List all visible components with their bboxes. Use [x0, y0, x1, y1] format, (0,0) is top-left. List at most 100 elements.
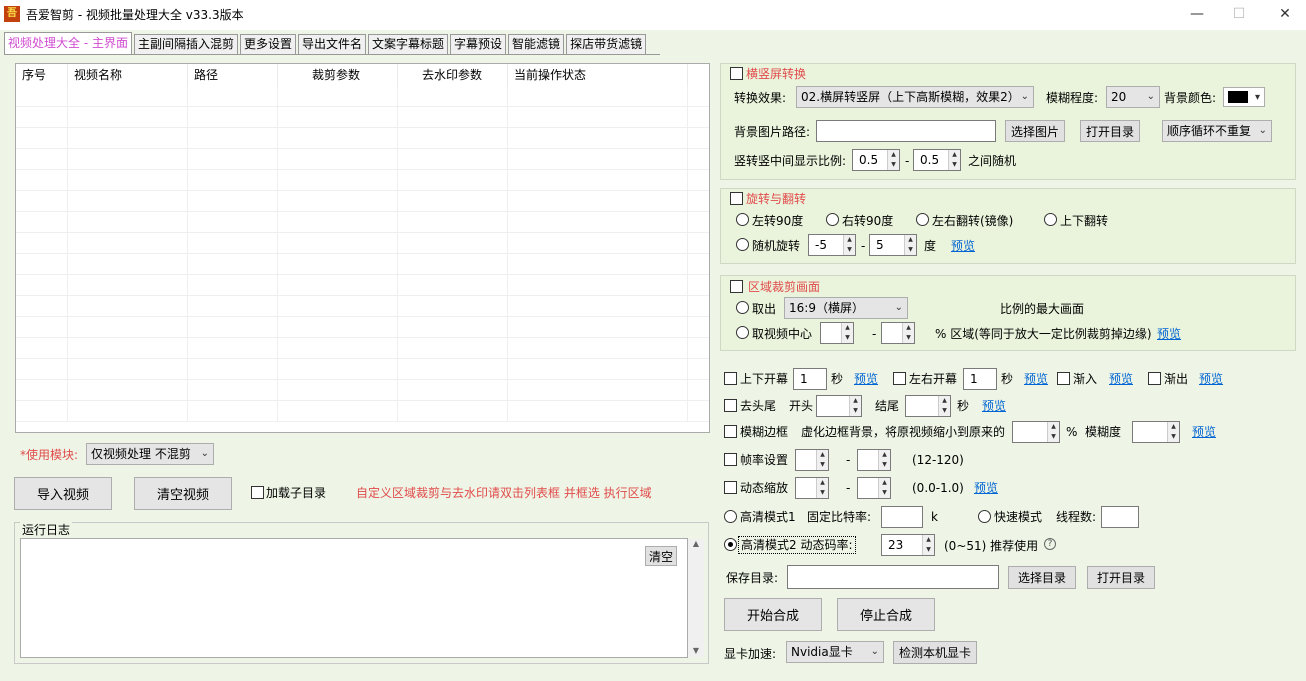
rotate-left-radio[interactable] — [736, 213, 749, 226]
import-video-button[interactable]: 导入视频 — [14, 477, 112, 510]
trim-checkbox[interactable] — [724, 399, 737, 412]
ratio-max-stepper[interactable]: 0.5 ▲ ▼ — [913, 149, 961, 171]
hd1-radio[interactable] — [724, 510, 737, 523]
stepper-arrows-icon[interactable]: ▲ ▼ — [843, 235, 855, 255]
stepper-arrows-icon[interactable]: ▲ ▼ — [878, 450, 890, 470]
stepper-arrows-icon[interactable]: ▲ ▼ — [904, 235, 916, 255]
col-watermark[interactable]: 去水印参数 — [398, 64, 508, 86]
stepper-arrows-icon[interactable]: ▲ ▼ — [816, 478, 828, 498]
col-name[interactable]: 视频名称 — [68, 64, 188, 86]
table-row[interactable] — [16, 401, 709, 422]
center-min-stepper[interactable]: ▲ ▼ — [820, 322, 854, 344]
stepper-arrows-icon[interactable]: ▲ ▼ — [1167, 422, 1179, 442]
orientation-checkbox[interactable] — [730, 67, 743, 80]
tail-stepper[interactable]: ▲ ▼ — [905, 395, 951, 417]
fps-min-stepper[interactable]: ▲ ▼ — [795, 449, 829, 471]
choose-dir-button[interactable]: 选择目录 — [1008, 566, 1076, 589]
col-status[interactable]: 当前操作状态 — [508, 64, 688, 86]
zoom-max-stepper[interactable]: ▲ ▼ — [857, 477, 891, 499]
stepper-arrows-icon[interactable]: ▲ ▼ — [938, 396, 950, 416]
fixed-rate-input[interactable] — [881, 506, 923, 528]
take-ratio-radio[interactable] — [736, 301, 749, 314]
open-bg-dir-button[interactable]: 打开目录 — [1080, 120, 1140, 142]
flip-radio[interactable] — [1044, 213, 1057, 226]
save-dir-input[interactable] — [787, 565, 999, 589]
threads-input[interactable] — [1101, 506, 1139, 528]
table-row[interactable] — [16, 380, 709, 401]
stepper-arrows-icon[interactable]: ▲ ▼ — [878, 478, 890, 498]
maximize-icon[interactable]: ☐ — [1224, 4, 1254, 24]
rotate-max-stepper[interactable]: 5 ▲ ▼ — [869, 234, 917, 256]
open-ud-stepper[interactable]: 1 — [793, 368, 827, 390]
table-row[interactable] — [16, 296, 709, 317]
table-row[interactable] — [16, 191, 709, 212]
tab-store-filter[interactable]: 探店带货滤镜 — [566, 34, 647, 54]
open-save-dir-button[interactable]: 打开目录 — [1087, 566, 1155, 589]
random-rotate-radio[interactable] — [736, 238, 749, 251]
help-icon[interactable]: ? — [1044, 538, 1056, 550]
table-row[interactable] — [16, 254, 709, 275]
rotate-min-stepper[interactable]: -5 ▲ ▼ — [808, 234, 856, 256]
stepper-arrows-icon[interactable]: ▲ ▼ — [922, 535, 934, 555]
col-crop[interactable]: 裁剪参数 — [278, 64, 398, 86]
tab-smart-filter[interactable]: 智能滤镜 — [508, 34, 565, 54]
shrink-pct-stepper[interactable]: ▲ ▼ — [1012, 421, 1060, 443]
zoom-preview-link[interactable]: 预览 — [974, 480, 998, 496]
fade-out-checkbox[interactable] — [1148, 372, 1161, 385]
hd2-radio[interactable] — [724, 538, 737, 551]
open-ud-checkbox[interactable] — [724, 372, 737, 385]
table-row[interactable] — [16, 128, 709, 149]
bg-color-picker[interactable]: ▾ — [1223, 87, 1265, 107]
open-lr-checkbox[interactable] — [893, 372, 906, 385]
bg-path-input[interactable] — [816, 120, 996, 142]
rotate-preview-link[interactable]: 预览 — [951, 238, 975, 254]
table-row[interactable] — [16, 233, 709, 254]
table-row[interactable] — [16, 317, 709, 338]
tab-mix[interactable]: 主副间隔插入混剪 — [133, 34, 238, 54]
close-icon[interactable]: ✕ — [1270, 4, 1300, 24]
col-path[interactable]: 路径 — [188, 64, 278, 86]
fps-checkbox[interactable] — [724, 453, 737, 466]
detect-gpu-button[interactable]: 检测本机显卡 — [893, 641, 977, 664]
open-lr-stepper[interactable]: 1 — [963, 368, 997, 390]
stepper-arrows-icon[interactable]: ▲ ▼ — [887, 150, 899, 170]
center-crop-radio[interactable] — [736, 326, 749, 339]
blur-select[interactable]: 20 ⌄ — [1106, 86, 1160, 108]
blur-border-checkbox[interactable] — [724, 425, 737, 438]
table-row[interactable] — [16, 170, 709, 191]
table-row[interactable] — [16, 338, 709, 359]
stepper-arrows-icon[interactable]: ▲ ▼ — [1047, 422, 1059, 442]
stepper-arrows-icon[interactable]: ▲ ▼ — [948, 150, 960, 170]
head-stepper[interactable]: ▲ ▼ — [816, 395, 862, 417]
fps-max-stepper[interactable]: ▲ ▼ — [857, 449, 891, 471]
stop-button[interactable]: 停止合成 — [837, 598, 935, 631]
subdir-checkbox[interactable] — [251, 486, 264, 499]
table-row[interactable] — [16, 359, 709, 380]
log-textarea[interactable] — [20, 538, 688, 658]
scroll-up-icon[interactable]: ▲ — [688, 539, 704, 548]
fast-mode-radio[interactable] — [978, 510, 991, 523]
log-clear-button[interactable]: 清空 — [645, 546, 677, 566]
zoom-min-stepper[interactable]: ▲ ▼ — [795, 477, 829, 499]
crop-checkbox[interactable] — [730, 280, 743, 293]
stepper-arrows-icon[interactable]: ▲ ▼ — [849, 396, 861, 416]
fade-in-preview-link[interactable]: 预览 — [1109, 371, 1133, 387]
table-row[interactable] — [16, 275, 709, 296]
module-select[interactable]: 仅视频处理 不混剪 ⌄ — [86, 443, 214, 465]
table-row[interactable] — [16, 107, 709, 128]
fade-in-checkbox[interactable] — [1057, 372, 1070, 385]
tab-more-settings[interactable]: 更多设置 — [239, 34, 296, 54]
zoom-checkbox[interactable] — [724, 481, 737, 494]
tab-subtitle-title[interactable]: 文案字幕标题 — [368, 34, 449, 54]
table-row[interactable] — [16, 86, 709, 107]
open-ud-preview-link[interactable]: 预览 — [854, 371, 878, 387]
video-table[interactable]: 序号 视频名称 路径 裁剪参数 去水印参数 当前操作状态 — [15, 63, 710, 433]
col-index[interactable]: 序号 — [16, 64, 68, 86]
start-button[interactable]: 开始合成 — [724, 598, 822, 631]
loop-select[interactable]: 顺序循环不重复 ⌄ — [1162, 120, 1272, 142]
crop-ratio-select[interactable]: 16:9（横屏） ⌄ — [784, 297, 908, 319]
tab-main[interactable]: 视频处理大全 - 主界面 — [4, 32, 132, 54]
trim-preview-link[interactable]: 预览 — [982, 398, 1006, 414]
open-lr-preview-link[interactable]: 预览 — [1024, 371, 1048, 387]
tab-export-filename[interactable]: 导出文件名 — [298, 34, 367, 54]
